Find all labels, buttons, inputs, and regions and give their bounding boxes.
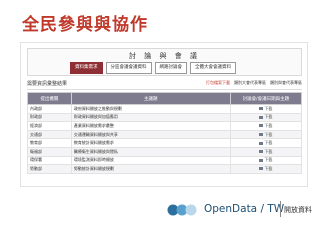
bundle-download-link[interactable]: 打包檔案下載	[206, 80, 230, 86]
download-icon	[259, 133, 264, 137]
table-row: 財政部 財政資料開放與加值應用 下載	[27, 112, 303, 123]
cell-topic: 交通運輸資料開放與共享	[70, 129, 231, 140]
table-row: 交通部 交通運輸資料開放與共享 下載	[27, 129, 303, 140]
download-link[interactable]: 下載	[229, 164, 303, 174]
results-bar: 需要資訊彙整結果 打包檔案下載 類別大會代表專區 類別與會代表專區	[27, 80, 302, 90]
tab-dataset-requests[interactable]: 資料集需求	[70, 62, 103, 74]
brand-subtitle: 開放資料	[284, 206, 312, 214]
tab-general-assembly[interactable]: 全體大會會議資料	[190, 62, 236, 74]
cell-topic: 財政資料開放與加值應用	[70, 112, 231, 123]
forum-header: 討 論 與 會 議 資料集需求 分區會議會議資料 網路討論會 全體大會會議資料	[27, 48, 302, 76]
forum-title: 討 論 與 會 議	[129, 52, 200, 60]
download-link[interactable]: 下載	[229, 155, 303, 166]
slide-title: 全民參與與協作	[22, 15, 148, 35]
results-table: 提出機關 主議題 討論會/會議日期與主題 內政部 政府資料開放之推動與規劃 下載…	[27, 92, 303, 174]
download-icon	[259, 141, 264, 145]
table-row: 經濟部 產業資料開放需求彙整 下載	[27, 121, 303, 131]
table-row: 內政部 政府資料開放之推動與規劃 下載	[27, 104, 303, 114]
download-link[interactable]: 下載	[229, 146, 303, 157]
results-actions: 打包檔案下載 類別大會代表專區 類別與會代表專區	[206, 80, 302, 86]
cell-topic: 勞動統計資料開放規劃	[70, 164, 231, 174]
cell-topic: 教育統計資料開放需求	[70, 138, 231, 148]
cell-agency: 交通部	[27, 129, 72, 140]
download-icon	[259, 150, 264, 154]
table-row: 勞動部 勞動統計資料開放規劃 下載	[27, 164, 303, 174]
download-icon	[259, 115, 264, 119]
header-topic: 主議題	[70, 92, 231, 105]
tab-regional-meetings[interactable]: 分區會議會議資料	[105, 62, 152, 74]
cell-agency: 環保署	[27, 155, 72, 166]
forum-tabs: 資料集需求 分區會議會議資料 網路討論會 全體大會會議資料	[70, 62, 236, 74]
cell-agency: 內政部	[27, 104, 72, 114]
cell-topic: 政府資料開放之推動與規劃	[70, 104, 231, 114]
download-icon	[259, 158, 264, 162]
table-row: 環保署 環境監測資料即時開放 下載	[27, 155, 303, 166]
download-icon	[259, 124, 264, 128]
cell-agency: 衛福部	[27, 146, 72, 157]
results-title: 需要資訊彙整結果	[27, 81, 68, 87]
table-row: 教育部 教育統計資料開放需求 下載	[27, 138, 303, 148]
download-icon	[259, 167, 264, 171]
category-attendee-link[interactable]: 類別與會代表專區	[270, 80, 302, 86]
download-link[interactable]: 下載	[229, 129, 303, 140]
cell-topic: 產業資料開放需求彙整	[70, 121, 231, 131]
cell-agency: 教育部	[27, 138, 72, 148]
category-representative-link[interactable]: 類別大會代表專區	[234, 80, 266, 86]
download-link[interactable]: 下載	[229, 138, 303, 148]
cell-agency: 勞動部	[27, 164, 72, 174]
brand-divider	[280, 201, 281, 217]
table-header-row: 提出機關 主議題 討論會/會議日期與主題	[27, 92, 303, 105]
website-screenshot: 討 論 與 會 議 資料集需求 分區會議會議資料 網路討論會 全體大會會議資料 …	[20, 42, 308, 187]
cell-agency: 經濟部	[27, 121, 72, 131]
download-link[interactable]: 下載	[229, 112, 303, 123]
download-link[interactable]: 下載	[229, 104, 303, 114]
header-meeting: 討論會/會議日期與主題	[229, 92, 303, 105]
cell-agency: 財政部	[27, 112, 72, 123]
brand-name: OpenData / TW	[204, 203, 285, 215]
opendata-logo-icon	[167, 204, 197, 216]
cell-topic: 醫療衛生資料開放與隱私	[70, 146, 231, 157]
cell-topic: 環境監測資料即時開放	[70, 155, 231, 166]
tab-online-forum[interactable]: 網路討論會	[154, 62, 187, 74]
header-agency: 提出機關	[27, 92, 72, 105]
opendata-brand: OpenData / TW 開放資料	[164, 198, 312, 222]
download-link[interactable]: 下載	[229, 121, 303, 131]
table-row: 衛福部 醫療衛生資料開放與隱私 下載	[27, 146, 303, 157]
download-icon	[259, 107, 264, 111]
